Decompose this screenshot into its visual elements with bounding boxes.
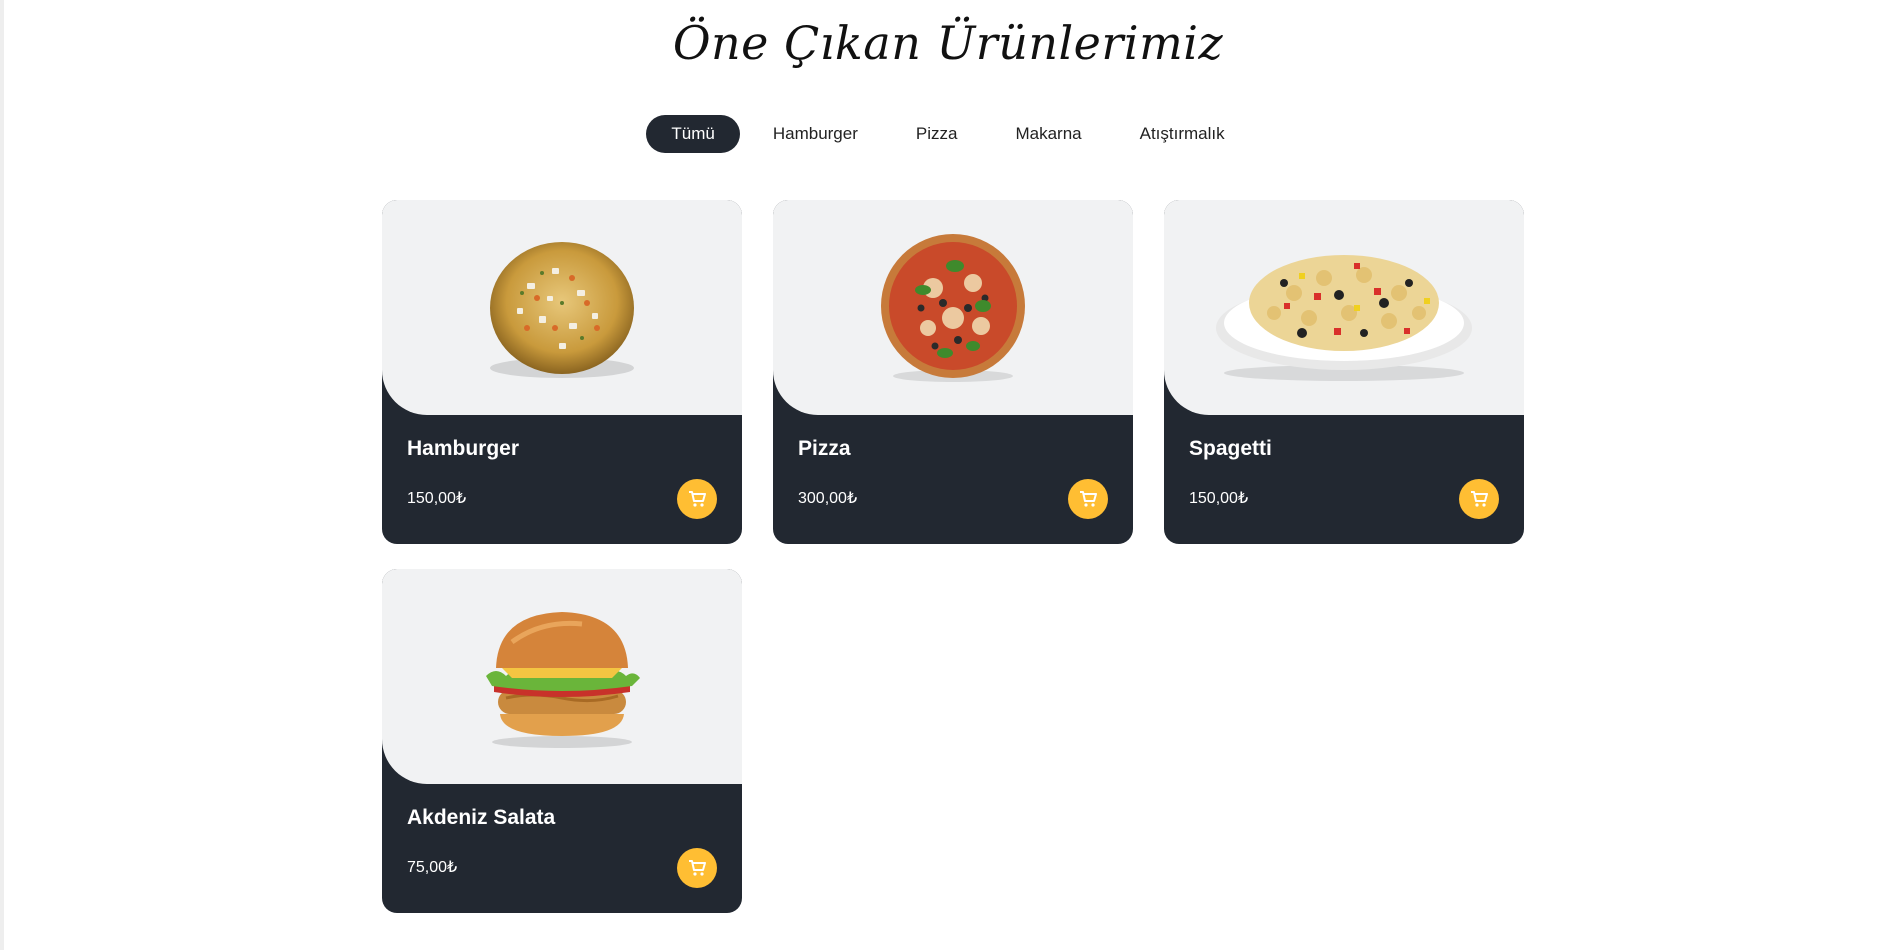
product-price: 75,00₺	[407, 859, 458, 876]
add-to-cart-button[interactable]	[677, 848, 717, 888]
burger-icon	[486, 611, 640, 748]
cart-icon	[1471, 491, 1488, 507]
product-image	[382, 200, 742, 415]
product-name: Spagetti	[1189, 437, 1272, 460]
filter-tab-snacks[interactable]: Atıştırmalık	[1115, 115, 1250, 153]
cart-icon	[689, 491, 706, 507]
product-price: 150,00₺	[407, 490, 467, 507]
filter-menu: Tümü Hamburger Pizza Makarna Atıştırmalı…	[0, 115, 1896, 153]
product-card: Pizza 300,00₺	[773, 200, 1133, 544]
cart-icon	[1080, 491, 1097, 507]
product-card: Hamburger 150,00₺	[382, 200, 742, 544]
pizza-icon	[881, 233, 1025, 382]
filter-tab-hamburger[interactable]: Hamburger	[748, 115, 883, 153]
filter-tab-pizza[interactable]: Pizza	[891, 115, 983, 153]
product-image	[382, 569, 742, 784]
product-grid: Hamburger 150,00₺ Pizza 300,00₺ Spagetti…	[382, 200, 1524, 913]
add-to-cart-button[interactable]	[677, 479, 717, 519]
page-title: Öne Çıkan Ürünlerimiz	[672, 16, 1224, 70]
product-name: Akdeniz Salata	[407, 806, 556, 829]
product-card: Spagetti 150,00₺	[1164, 200, 1524, 544]
product-name: Pizza	[798, 437, 851, 460]
pasta-plate-icon	[1216, 254, 1472, 381]
product-card: Akdeniz Salata 75,00₺	[382, 569, 742, 913]
pizza-dish-icon	[490, 241, 634, 378]
add-to-cart-button[interactable]	[1459, 479, 1499, 519]
filter-tab-all[interactable]: Tümü	[646, 115, 740, 153]
product-image	[1164, 200, 1524, 415]
product-price: 150,00₺	[1189, 490, 1249, 507]
add-to-cart-button[interactable]	[1068, 479, 1108, 519]
filter-tab-pasta[interactable]: Makarna	[990, 115, 1106, 153]
cart-icon	[689, 860, 706, 876]
product-price: 300,00₺	[798, 490, 858, 507]
product-name: Hamburger	[407, 437, 520, 460]
product-image	[773, 200, 1133, 415]
